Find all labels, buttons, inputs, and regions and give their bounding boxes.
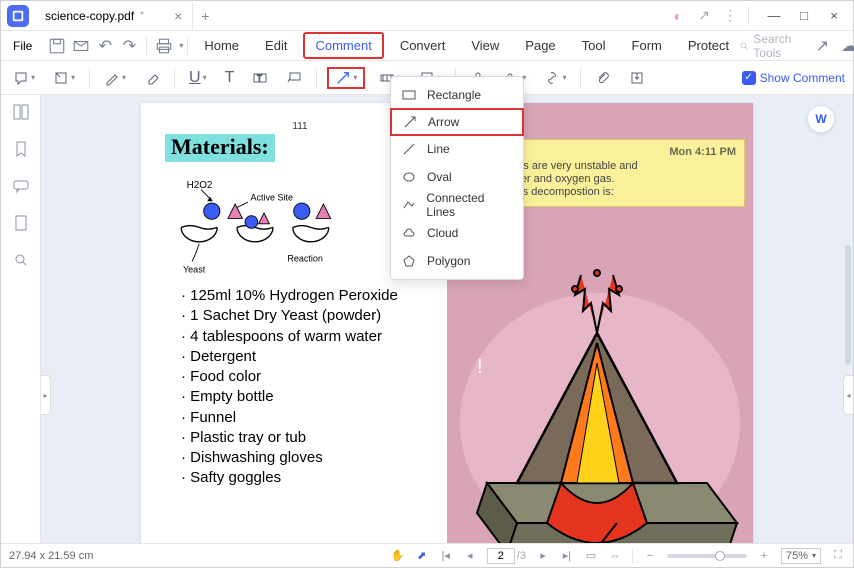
tab-tool[interactable]: Tool: [572, 34, 616, 57]
export-comments[interactable]: [625, 67, 649, 89]
document-tab[interactable]: science-copy.pdf * ×: [35, 2, 193, 30]
menubar: File ↶ ↷ ▾ Home Edit Comment Convert Vie…: [1, 31, 853, 61]
open-external-icon[interactable]: ↗: [816, 37, 829, 55]
cloud-sync-icon[interactable]: ◐: [670, 8, 686, 24]
attachment-tool[interactable]: [591, 67, 615, 89]
fit-width-icon[interactable]: ⇔: [608, 549, 622, 563]
tab-protect[interactable]: Protect: [678, 34, 739, 57]
fullscreen-icon[interactable]: ⛶: [831, 549, 845, 563]
next-page-icon[interactable]: ▸: [536, 549, 550, 563]
show-comment-toggle[interactable]: ✓ Show Comment: [742, 71, 845, 85]
textbox-tool[interactable]: T: [248, 67, 272, 89]
search-panel-icon[interactable]: [12, 251, 30, 274]
hand-tool-icon[interactable]: ✋: [391, 549, 405, 563]
dropdown-connected-lines[interactable]: Connected Lines: [391, 191, 523, 219]
tab-convert[interactable]: Convert: [390, 34, 456, 57]
oval-icon: [401, 169, 417, 185]
svg-text:!: !: [477, 356, 483, 378]
dropdown-oval[interactable]: Oval: [391, 163, 523, 191]
more-icon[interactable]: ⋮: [722, 8, 738, 24]
tab-title: science-copy.pdf: [45, 9, 134, 23]
cloud-icon: [401, 225, 417, 241]
search-tools-input[interactable]: Search Tools: [739, 32, 804, 60]
zoom-out-icon[interactable]: −: [643, 549, 657, 563]
zoom-slider[interactable]: [667, 554, 747, 558]
underline-tool[interactable]: U▾: [185, 67, 211, 89]
undo-icon[interactable]: ↶: [96, 37, 114, 55]
dropdown-polygon[interactable]: Polygon: [391, 247, 523, 275]
checkbox-checked-icon: ✓: [742, 71, 756, 85]
cloud-icon[interactable]: ☁: [841, 37, 854, 55]
mail-icon[interactable]: [72, 37, 90, 55]
zoom-value[interactable]: 75%▾: [781, 548, 821, 564]
close-tab-icon[interactable]: ×: [174, 8, 182, 24]
callout-tool[interactable]: [282, 67, 306, 89]
left-sidebar: [1, 95, 41, 543]
highlight-tool[interactable]: ▾: [49, 67, 79, 89]
maximize-button[interactable]: □: [789, 1, 819, 31]
shape-tool[interactable]: ▾: [327, 67, 365, 89]
dropdown-line[interactable]: Line: [391, 135, 523, 163]
redo-icon[interactable]: ↷: [120, 37, 138, 55]
rectangle-icon: [401, 87, 417, 103]
polygon-icon: [401, 253, 417, 269]
tab-comment[interactable]: Comment: [303, 32, 383, 59]
label-yeast: Yeast: [183, 264, 206, 274]
line-icon: [401, 141, 417, 157]
shape-dropdown: Rectangle Arrow Line Oval Connected Line…: [390, 76, 524, 280]
note-tool[interactable]: ▾: [9, 67, 39, 89]
print-icon[interactable]: [155, 37, 173, 55]
zoom-in-icon[interactable]: +: [757, 549, 771, 563]
fit-page-icon[interactable]: ▭: [584, 549, 598, 563]
label-active-site: Active Site: [251, 192, 294, 202]
close-button[interactable]: ×: [819, 1, 849, 31]
bookmarks-icon[interactable]: [12, 140, 30, 163]
tab-home[interactable]: Home: [194, 34, 249, 57]
thumbnails-icon[interactable]: [12, 103, 30, 126]
label-reaction: Reaction: [287, 254, 323, 264]
convert-to-word-button[interactable]: W: [807, 105, 835, 133]
pencil-tool[interactable]: ▾: [100, 67, 130, 89]
text-tool[interactable]: T: [221, 67, 239, 89]
app-icon: [7, 5, 29, 27]
save-icon[interactable]: [48, 37, 66, 55]
add-tab-button[interactable]: +: [201, 8, 209, 24]
page-dimensions: 27.94 x 21.59 cm: [9, 550, 93, 562]
link-tool[interactable]: ▾: [540, 67, 570, 89]
attachments-panel-icon[interactable]: [12, 214, 30, 237]
dropdown-rectangle[interactable]: Rectangle: [391, 81, 523, 109]
prev-page-icon[interactable]: ◂: [463, 549, 477, 563]
connected-lines-icon: [401, 197, 416, 213]
tab-form[interactable]: Form: [622, 34, 672, 57]
tab-view[interactable]: View: [461, 34, 509, 57]
tab-edit[interactable]: Edit: [255, 34, 297, 57]
first-page-icon[interactable]: |◂: [439, 549, 453, 563]
materials-list: 125ml 10% Hydrogen Peroxide 1 Sachet Dry…: [165, 286, 435, 489]
arrow-icon: [402, 114, 418, 130]
dropdown-arrow[interactable]: Arrow: [390, 108, 524, 136]
titlebar: science-copy.pdf * × + ◐ ↗ ⋮ — □ ×: [1, 1, 853, 31]
comments-panel-icon[interactable]: [12, 177, 30, 200]
select-tool-icon[interactable]: ⬈: [415, 549, 429, 563]
statusbar: 27.94 x 21.59 cm ✋ ⬈ |◂ ◂ /3 ▸ ▸| ▭ ⇔ − …: [1, 543, 853, 567]
minimize-button[interactable]: —: [759, 1, 789, 31]
page-input[interactable]: [487, 548, 515, 564]
eraser-tool[interactable]: [140, 67, 164, 89]
materials-heading: Materials:: [165, 134, 275, 162]
dropdown-cloud[interactable]: Cloud: [391, 219, 523, 247]
scrollbar[interactable]: [845, 245, 851, 365]
svg-text:T: T: [257, 74, 262, 83]
share-icon[interactable]: ↗: [696, 8, 712, 24]
tab-page[interactable]: Page: [515, 34, 565, 57]
file-menu[interactable]: File: [5, 39, 40, 53]
label-h2o2: H2O2: [187, 180, 213, 191]
page-indicator[interactable]: /3: [487, 548, 526, 564]
expand-right-panel[interactable]: ◂: [843, 375, 853, 415]
last-page-icon[interactable]: ▸|: [560, 549, 574, 563]
